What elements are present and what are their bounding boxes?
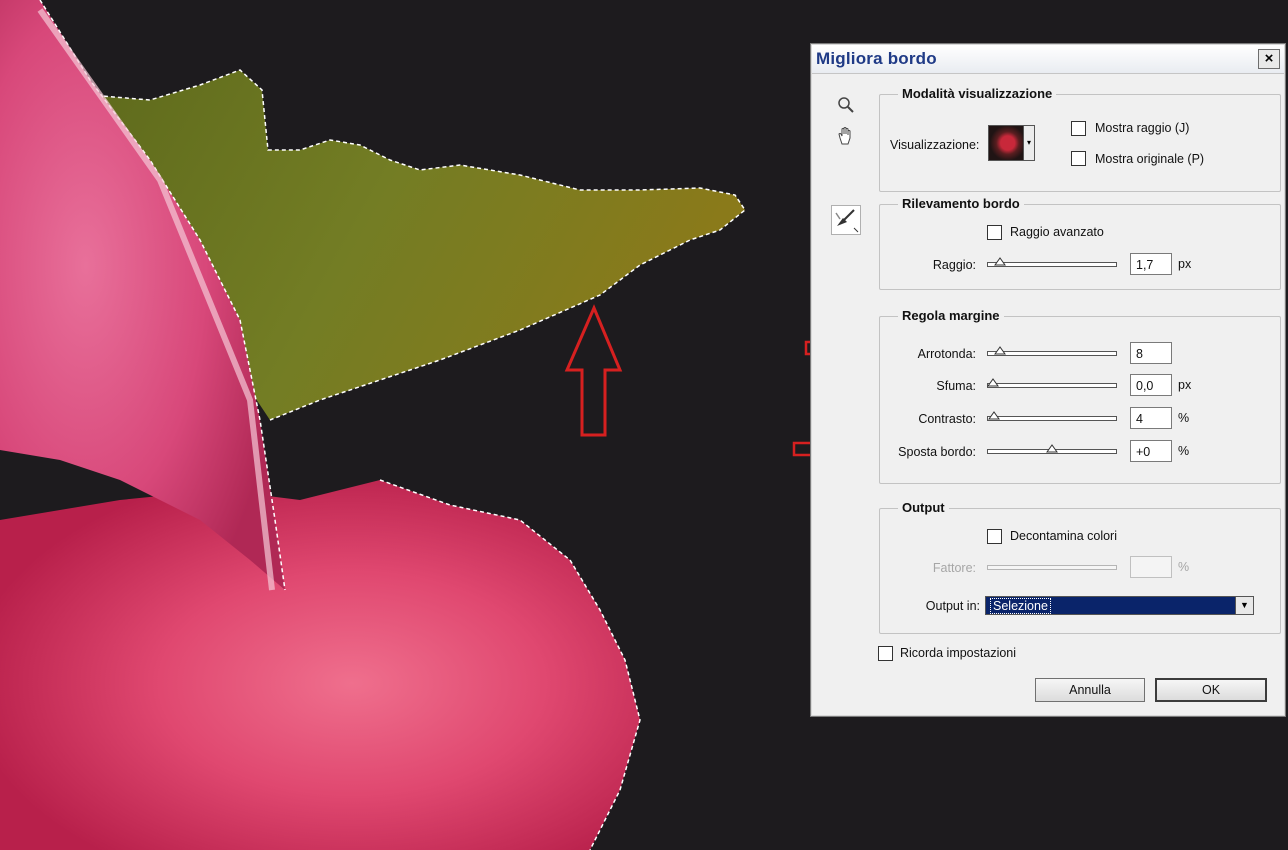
radius-unit: px <box>1178 257 1192 271</box>
output-to-label: Output in: <box>925 599 980 613</box>
chevron-down-icon[interactable]: ▼ <box>1235 597 1253 614</box>
hand-icon[interactable] <box>836 126 856 151</box>
shift-edge-unit: % <box>1178 444 1190 458</box>
smooth-value-field[interactable]: 8 <box>1130 342 1172 364</box>
decontaminate-colors-label: Decontamina colori <box>1010 529 1117 543</box>
shift-edge-slider-thumb[interactable] <box>1046 444 1058 453</box>
contrast-slider[interactable] <box>987 411 1117 425</box>
refine-radius-brush-icon[interactable] <box>831 205 861 235</box>
adjust-edge-legend: Regola margine <box>898 308 1004 323</box>
amount-unit: % <box>1178 560 1190 574</box>
view-label: Visualizzazione: <box>890 138 980 152</box>
dropdown-arrow-icon[interactable]: ▾ <box>1024 125 1035 161</box>
output-to-value: Selezione <box>990 598 1051 614</box>
amount-value-field <box>1130 556 1172 578</box>
decontaminate-colors-checkbox[interactable] <box>987 529 1002 544</box>
dialog-titlebar[interactable]: Migliora bordo × <box>812 45 1284 74</box>
feather-label: Sfuma: <box>936 379 976 393</box>
dialog-title: Migliora bordo <box>816 49 937 68</box>
contrast-unit: % <box>1178 411 1190 425</box>
feather-unit: px <box>1178 378 1192 392</box>
adjust-edge-group: Regola margine Arrotonda: 8 Sfuma: 0,0 p… <box>879 308 1281 484</box>
shift-edge-value-field[interactable]: +0 <box>1130 440 1172 462</box>
remember-settings-checkbox[interactable] <box>878 646 893 661</box>
show-radius-checkbox[interactable] <box>1071 121 1086 136</box>
edge-detection-legend: Rilevamento bordo <box>898 196 1024 211</box>
output-to-select[interactable]: Selezione ▼ <box>985 596 1254 615</box>
show-original-label: Mostra originale (P) <box>1095 152 1205 166</box>
feather-value-field[interactable]: 0,0 <box>1130 374 1172 396</box>
output-legend: Output <box>898 500 949 515</box>
radius-slider[interactable] <box>987 257 1117 271</box>
view-mode-group: Modalità visualizzazione Visualizzazione… <box>879 86 1281 192</box>
output-group: Output Decontamina colori Fattore: % Out… <box>879 500 1281 634</box>
smart-radius-checkbox[interactable] <box>987 225 1002 240</box>
smooth-label: Arrotonda: <box>917 347 976 361</box>
view-preview-thumbnail[interactable] <box>988 125 1024 161</box>
smooth-slider-thumb[interactable] <box>994 346 1006 355</box>
amount-slider <box>987 560 1117 574</box>
radius-value-field[interactable]: 1,7 <box>1130 253 1172 275</box>
ok-button[interactable]: OK <box>1155 678 1267 702</box>
shift-edge-label: Sposta bordo: <box>898 445 976 459</box>
contrast-slider-thumb[interactable] <box>988 411 1000 420</box>
feather-slider-thumb[interactable] <box>987 378 999 387</box>
contrast-value-field[interactable]: 4 <box>1130 407 1172 429</box>
view-mode-legend: Modalità visualizzazione <box>898 86 1057 101</box>
edge-detection-group: Rilevamento bordo Raggio avanzato Raggio… <box>879 196 1281 290</box>
close-button[interactable]: × <box>1258 49 1280 69</box>
remember-settings-label: Ricorda impostazioni <box>900 646 1017 660</box>
feather-slider[interactable] <box>987 378 1117 392</box>
show-radius-label: Mostra raggio (J) <box>1095 121 1190 135</box>
smart-radius-label: Raggio avanzato <box>1010 225 1104 239</box>
radius-label: Raggio: <box>932 258 976 272</box>
zoom-icon[interactable] <box>837 96 855 119</box>
refine-edge-dialog: Migliora bordo × Modalità visualizzazion… <box>810 43 1286 717</box>
cancel-button[interactable]: Annulla <box>1035 678 1145 702</box>
smooth-slider[interactable] <box>987 346 1117 360</box>
contrast-label: Contrasto: <box>918 412 976 426</box>
show-original-checkbox[interactable] <box>1071 151 1086 166</box>
radius-slider-thumb[interactable] <box>994 257 1006 266</box>
shift-edge-slider[interactable] <box>987 444 1117 458</box>
amount-label: Fattore: <box>932 561 976 575</box>
